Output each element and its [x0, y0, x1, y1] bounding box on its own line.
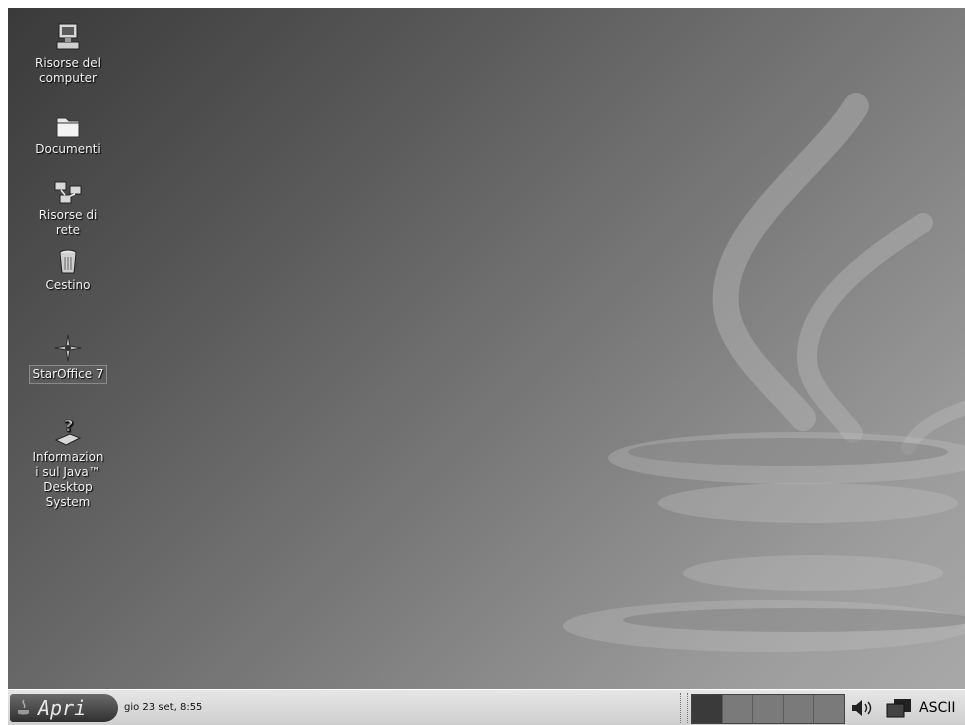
desktop-icon-label: Cestino: [45, 278, 91, 292]
workspace-switcher[interactable]: [691, 694, 845, 724]
staroffice-icon: [54, 334, 82, 362]
workspace-4[interactable]: [783, 695, 815, 723]
workspace-5[interactable]: [814, 695, 844, 723]
computer-icon: [56, 23, 80, 50]
desktop-icon-my-computer[interactable]: Risorse del computer: [10, 22, 126, 86]
network-status-icon[interactable]: [885, 698, 915, 718]
desktop-icon-documents[interactable]: Documenti: [10, 112, 126, 157]
network-places-icon: [54, 181, 82, 204]
desktop-icon-label: Documenti: [35, 142, 101, 156]
java-cup-icon: [18, 699, 29, 715]
desktop-icon-label: Risorse del computer: [35, 56, 101, 85]
start-menu-button[interactable]: Apri: [10, 694, 118, 722]
clock[interactable]: gio 23 set, 8:55: [124, 702, 202, 713]
desktop-icon-label: StarOffice 7: [29, 365, 107, 384]
panel-drag-handle[interactable]: [680, 693, 688, 723]
desktop-icon-label: Informazion i sul Java™ Desktop System: [32, 450, 104, 509]
svg-text:?: ?: [64, 416, 73, 435]
workspace-1[interactable]: [692, 695, 723, 723]
help-icon: ?: [54, 416, 82, 446]
desktop-icon-label: Risorse di rete: [38, 208, 98, 237]
trash-icon: [59, 249, 77, 274]
start-menu-label: Apri: [38, 696, 87, 720]
java-logo-wallpaper: [563, 93, 965, 652]
desktop: Risorse del computer Documenti Risorse d…: [8, 8, 965, 689]
desktop-icon-staroffice[interactable]: StarOffice 7: [10, 333, 126, 384]
input-method-indicator[interactable]: ASCII: [919, 700, 956, 716]
desktop-icon-trash[interactable]: Cestino: [10, 248, 126, 293]
workspace-3[interactable]: [753, 695, 784, 723]
workspace-2[interactable]: [722, 695, 754, 723]
folder-icon: [56, 117, 80, 138]
taskbar: Apri gio 23 set, 8:55 ASCII: [8, 689, 965, 725]
desktop-icon-java-desktop-info[interactable]: ? Informazion i sul Java™ Desktop System: [10, 416, 126, 510]
desktop-icon-network-places[interactable]: Risorse di rete: [10, 180, 126, 238]
volume-icon[interactable]: [850, 698, 876, 718]
